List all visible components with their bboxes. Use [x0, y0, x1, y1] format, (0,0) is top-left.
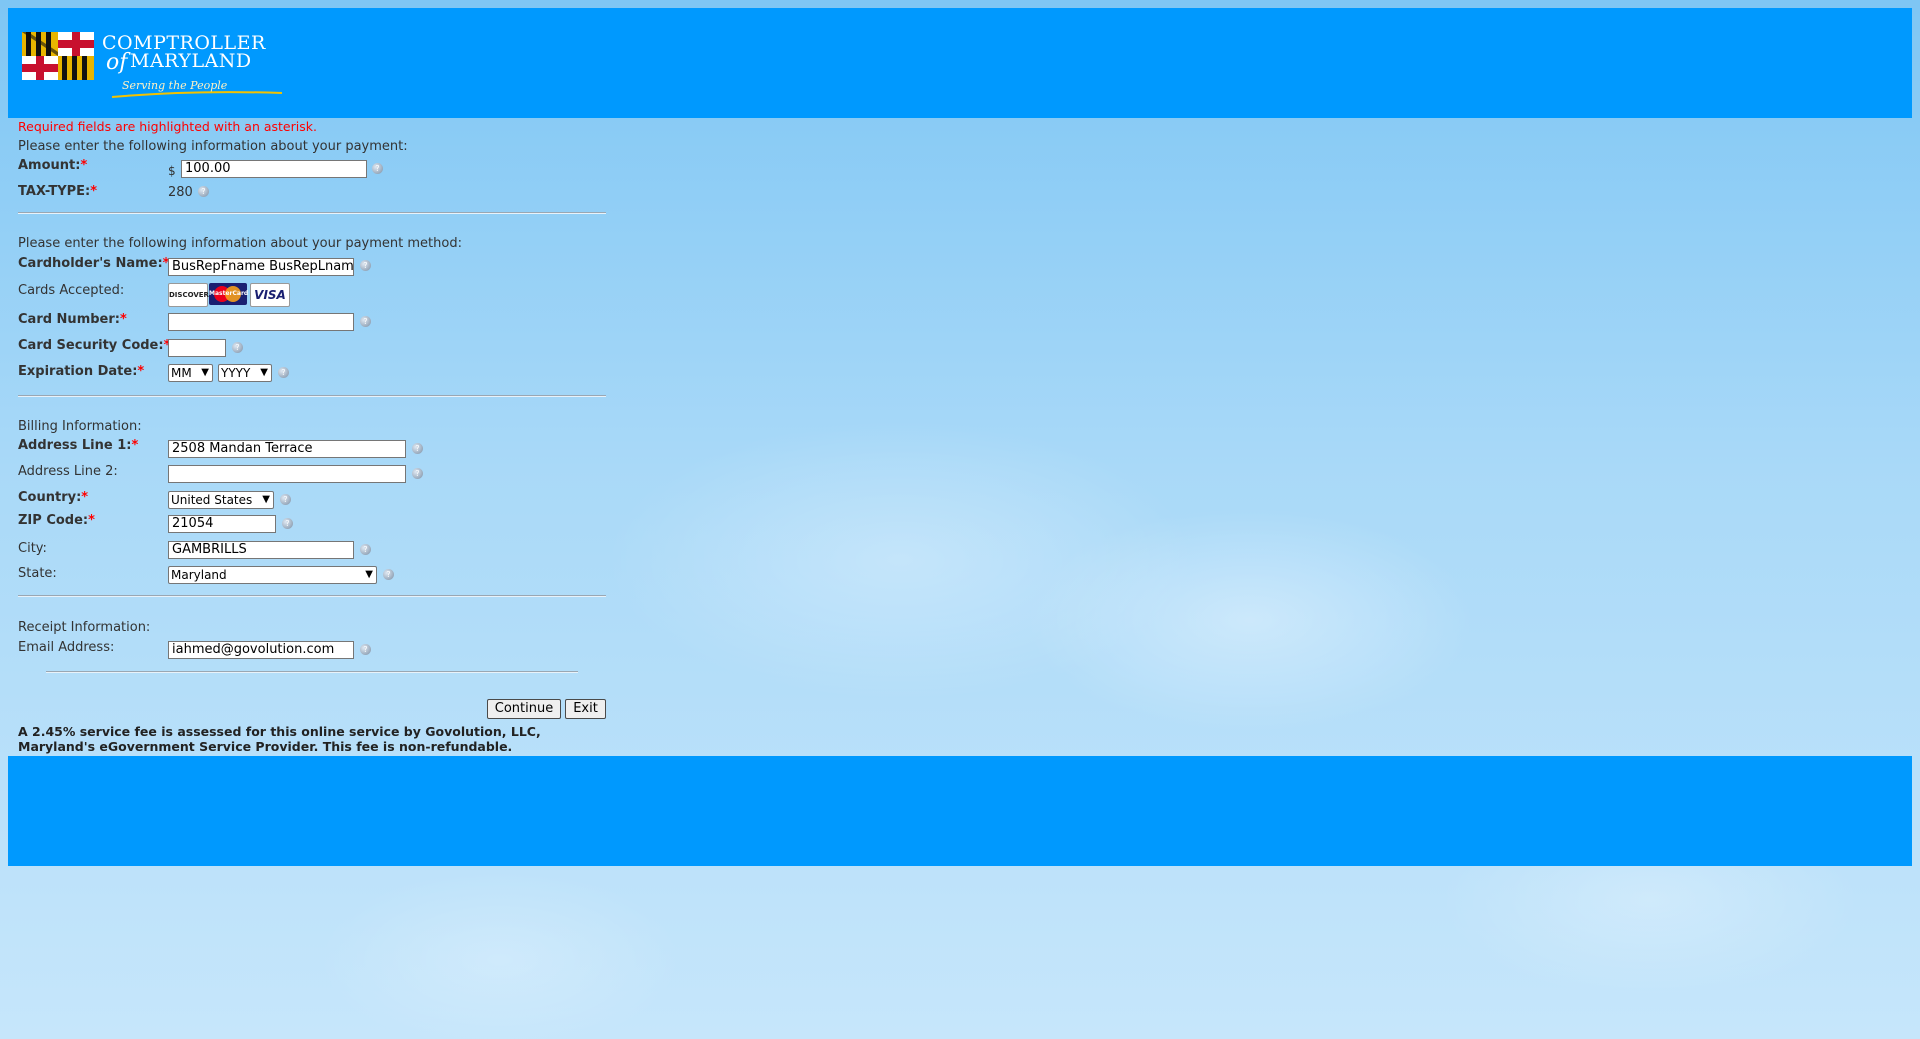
payment-intro: Please enter the following information a… — [18, 139, 408, 154]
expiration-year-select[interactable]: YYYY ▼ — [218, 364, 272, 382]
zip-label: ZIP Code:* — [18, 513, 95, 528]
divider — [18, 212, 606, 214]
maryland-flag-icon — [22, 32, 94, 80]
city-help-icon[interactable]: ? — [360, 544, 371, 555]
state-label: State: — [18, 566, 57, 581]
required-note: Required fields are highlighted with an … — [18, 119, 317, 134]
chevron-down-icon: ▼ — [201, 367, 209, 378]
card-number-input[interactable] — [168, 313, 354, 331]
required-star: * — [119, 312, 127, 327]
required-star: * — [88, 513, 95, 528]
email-help-icon[interactable]: ? — [360, 644, 371, 655]
divider — [46, 671, 578, 673]
divider — [18, 395, 606, 397]
expiration-month-value: MM — [171, 366, 192, 380]
footer-band — [8, 756, 1912, 866]
expiration-year-value: YYYY — [221, 366, 251, 380]
card-number-label: Card Number:* — [18, 312, 127, 327]
city-input[interactable]: GAMBRILLS — [168, 541, 354, 559]
email-label: Email Address: — [18, 640, 115, 655]
country-label-text: Country: — [18, 490, 82, 505]
tax-type-help-icon[interactable]: ? — [198, 186, 209, 197]
security-code-label: Card Security Code:* — [18, 338, 170, 353]
address2-input[interactable] — [168, 465, 406, 483]
logo-text-maryland: MARYLAND — [130, 50, 252, 72]
required-star: * — [80, 158, 88, 173]
cardholder-label: Cardholder's Name:* — [18, 256, 169, 271]
method-intro: Please enter the following information a… — [18, 236, 462, 251]
country-label: Country:* — [18, 490, 88, 505]
chevron-down-icon: ▼ — [365, 569, 373, 580]
zip-input[interactable]: 21054 — [168, 515, 276, 533]
cardholder-help-icon[interactable]: ? — [360, 260, 371, 271]
zip-help-icon[interactable]: ? — [282, 518, 293, 529]
visa-card-icon: VISA — [250, 283, 290, 307]
country-value: United States — [171, 493, 253, 507]
security-code-help-icon[interactable]: ? — [232, 342, 243, 353]
address1-help-icon[interactable]: ? — [412, 443, 423, 454]
expiration-help-icon[interactable]: ? — [278, 367, 289, 378]
address1-label-text: Address Line 1: — [18, 438, 132, 453]
address2-help-icon[interactable]: ? — [412, 468, 423, 479]
card-number-label-text: Card Number: — [18, 312, 120, 327]
country-help-icon[interactable]: ? — [280, 494, 291, 505]
expiration-label: Expiration Date:* — [18, 364, 144, 379]
amount-input[interactable]: 100.00 — [181, 160, 367, 178]
chevron-down-icon: ▼ — [262, 494, 270, 505]
tax-type-label: TAX-TYPE:* — [18, 184, 97, 199]
exit-button[interactable]: Exit — [565, 699, 606, 719]
logo-text-of: of — [106, 50, 128, 75]
required-star: * — [90, 184, 98, 199]
security-code-input[interactable] — [168, 339, 226, 357]
state-select[interactable]: Maryland ▼ — [168, 566, 377, 584]
chevron-down-icon: ▼ — [260, 367, 268, 378]
required-star: * — [81, 490, 89, 505]
divider — [18, 595, 606, 597]
card-logos: DISCOVER MasterCard VISA — [168, 283, 290, 307]
receipt-intro: Receipt Information: — [18, 620, 151, 635]
amount-label: Amount:* — [18, 158, 87, 173]
mastercard-text: MasterCard — [209, 290, 249, 297]
security-code-label-text: Card Security Code: — [18, 338, 164, 353]
discover-card-icon: DISCOVER — [168, 283, 209, 307]
expiration-month-select[interactable]: MM ▼ — [168, 364, 213, 382]
amount-help-icon[interactable]: ? — [372, 163, 383, 174]
cards-accepted-label: Cards Accepted: — [18, 283, 125, 298]
mastercard-card-icon: MasterCard — [209, 283, 249, 305]
cardholder-name-input[interactable]: BusRepFname BusRepLnam — [168, 258, 354, 276]
amount-label-text: Amount: — [18, 158, 81, 173]
country-select[interactable]: United States ▼ — [168, 491, 274, 509]
email-input[interactable]: iahmed@govolution.com — [168, 641, 354, 659]
header-band — [8, 8, 1912, 118]
comptroller-logo: COMPTROLLER of MARYLAND Serving the Peop… — [22, 30, 282, 98]
service-fee-note: A 2.45% service fee is assessed for this… — [18, 724, 541, 754]
continue-button[interactable]: Continue — [487, 699, 561, 719]
required-star: * — [131, 438, 139, 453]
address1-label: Address Line 1:* — [18, 438, 138, 453]
address2-label: Address Line 2: — [18, 464, 118, 479]
billing-intro: Billing Information: — [18, 419, 142, 434]
currency-symbol: $ — [168, 164, 176, 178]
address1-input[interactable]: 2508 Mandan Terrace — [168, 440, 406, 458]
state-help-icon[interactable]: ? — [383, 569, 394, 580]
city-label: City: — [18, 541, 47, 556]
cardholder-label-text: Cardholder's Name: — [18, 256, 163, 271]
tax-type-value: 280 — [168, 185, 193, 200]
tax-type-label-text: TAX-TYPE: — [18, 184, 91, 199]
expiration-label-text: Expiration Date: — [18, 364, 138, 379]
zip-label-text: ZIP Code: — [18, 513, 89, 528]
state-value: Maryland — [171, 568, 227, 582]
required-star: * — [137, 364, 145, 379]
logo-tagline: Serving the People — [122, 79, 228, 92]
card-number-help-icon[interactable]: ? — [360, 316, 371, 327]
